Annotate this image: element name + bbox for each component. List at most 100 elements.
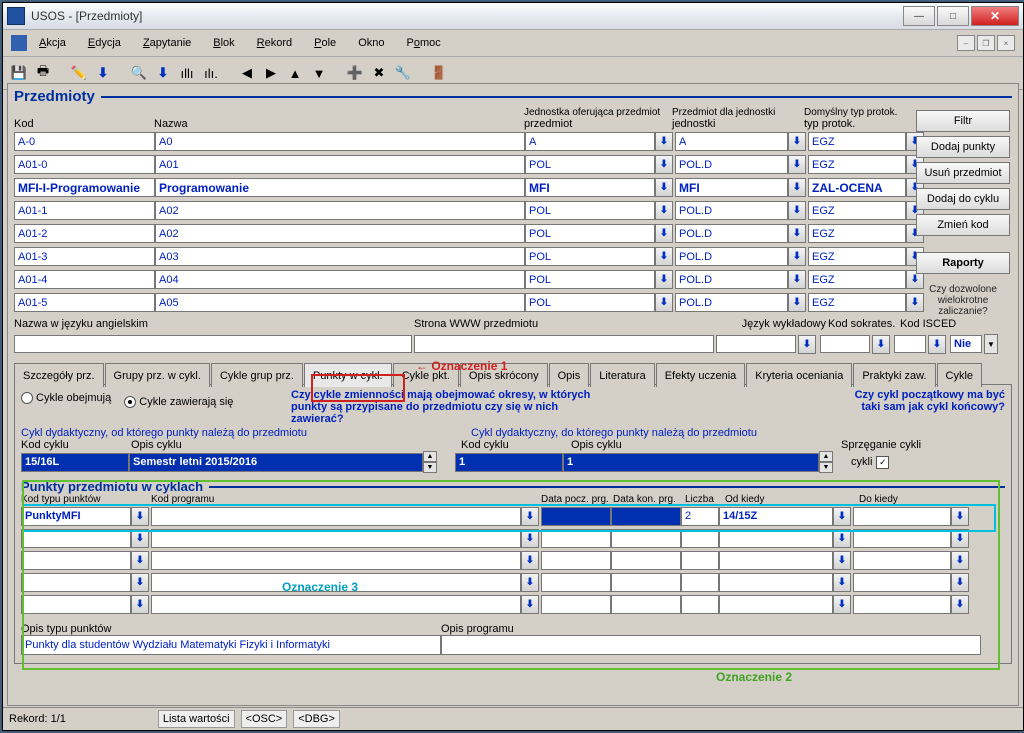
cell-jednostka[interactable]: A [525, 132, 655, 151]
opis-cyklu2-value[interactable]: 1 [563, 453, 819, 472]
cell-kod[interactable]: A01-5 [14, 293, 155, 312]
lookup-button[interactable]: ⬇ [655, 293, 673, 312]
lookup-button[interactable]: ⬇ [951, 573, 969, 592]
zaliczanie-dropdown-icon[interactable]: ▼ [984, 334, 998, 354]
lock-icon[interactable]: 🔧 [393, 63, 413, 83]
cell-od-kiedy[interactable] [719, 573, 833, 592]
spinner2[interactable]: ▲▼ [819, 451, 833, 473]
up-icon[interactable]: ▲ [285, 63, 305, 83]
zaliczanie-select[interactable]: Nie [950, 335, 982, 353]
cell-liczba[interactable] [681, 573, 719, 592]
lookup-button[interactable]: ⬇ [655, 247, 673, 266]
cell-nazwa[interactable]: A03 [155, 247, 525, 266]
lookup-button[interactable]: ⬇ [951, 595, 969, 614]
add-icon[interactable]: ➕ [345, 63, 365, 83]
cell-typ[interactable]: EGZ [808, 293, 906, 312]
cell-kod[interactable]: A01-0 [14, 155, 155, 174]
lookup-button[interactable]: ⬇ [131, 595, 149, 614]
lookup-button[interactable]: ⬇ [655, 270, 673, 289]
lookup-button[interactable]: ⬇ [521, 529, 539, 548]
cell-jednostka[interactable]: POL [525, 270, 655, 289]
tab-10[interactable]: Praktyki zaw. [853, 363, 935, 387]
bars-icon[interactable]: ıllı [177, 63, 197, 83]
cell-typ[interactable]: EGZ [808, 270, 906, 289]
cell-przedmiot-dla[interactable]: MFI [675, 178, 788, 197]
zmien-kod-button[interactable]: Zmień kod [916, 214, 1010, 236]
lookup-button[interactable]: ⬇ [655, 178, 673, 197]
lookup-button[interactable]: ⬇ [833, 595, 851, 614]
dodaj-do-cyklu-button[interactable]: Dodaj do cyklu [916, 188, 1010, 210]
cell-kod-prog[interactable] [151, 595, 521, 614]
cell-data-kon[interactable] [611, 573, 681, 592]
delete-icon[interactable]: ✖ [369, 63, 389, 83]
maximize-button[interactable]: □ [937, 6, 969, 26]
menu-akcja[interactable]: Akcja [29, 35, 76, 51]
tab-8[interactable]: Efekty uczenia [656, 363, 746, 387]
cell-typ[interactable]: EGZ [808, 155, 906, 174]
cell-typ[interactable]: EGZ [808, 201, 906, 220]
lookup-button[interactable]: ⬇ [655, 155, 673, 174]
www-input[interactable] [414, 335, 714, 353]
radio-zawieraja[interactable]: Cykle zawierają się [124, 396, 233, 408]
lookup-button[interactable]: ⬇ [788, 201, 806, 220]
cell-przedmiot-dla[interactable]: POL.D [675, 201, 788, 220]
cell-jednostka[interactable]: POL [525, 224, 655, 243]
lookup-button[interactable]: ⬇ [131, 573, 149, 592]
cell-przedmiot-dla[interactable]: POL.D [675, 224, 788, 243]
down-icon[interactable]: ⬇ [93, 63, 113, 83]
kod-cyklu1-value[interactable]: 15/16L [21, 453, 129, 472]
cell-typ[interactable]: EGZ [808, 132, 906, 151]
cell-przedmiot-dla[interactable]: POL.D [675, 155, 788, 174]
cell-od-kiedy[interactable] [719, 551, 833, 570]
opis-typu-value[interactable]: Punkty dla studentów Wydziału Matematyki… [21, 635, 441, 655]
filtr-button[interactable]: Filtr [916, 110, 1010, 132]
tab-4[interactable]: Cykle pkt. [393, 363, 459, 387]
cell-kod-typu[interactable] [21, 529, 131, 548]
lookup-button[interactable]: ⬇ [521, 595, 539, 614]
lookup-button[interactable]: ⬇ [788, 178, 806, 197]
mdi-minimize[interactable]: – [957, 35, 975, 51]
lookup-button[interactable]: ⬇ [521, 507, 539, 526]
cell-do-kiedy[interactable] [853, 551, 951, 570]
cell-jednostka[interactable]: POL [525, 155, 655, 174]
cell-kod[interactable]: A01-4 [14, 270, 155, 289]
cell-data-pocz[interactable] [541, 529, 611, 548]
cell-data-pocz[interactable] [541, 551, 611, 570]
lookup-button[interactable]: ⬇ [951, 529, 969, 548]
cell-przedmiot-dla[interactable]: POL.D [675, 247, 788, 266]
cell-do-kiedy[interactable] [853, 595, 951, 614]
nazwa-ang-input[interactable] [14, 335, 412, 353]
cell-do-kiedy[interactable] [853, 507, 951, 526]
cell-kod-typu[interactable] [21, 551, 131, 570]
lookup-button[interactable]: ⬇ [833, 551, 851, 570]
jezyk-lookup-button[interactable]: ⬇ [798, 335, 816, 354]
sprzeganie-checkbox[interactable]: ✓ [876, 456, 889, 469]
cell-nazwa[interactable]: A01 [155, 155, 525, 174]
cell-od-kiedy[interactable] [719, 529, 833, 548]
close-button[interactable]: ✕ [971, 6, 1019, 26]
cell-od-kiedy[interactable] [719, 595, 833, 614]
tab-7[interactable]: Literatura [590, 363, 654, 387]
isced-lookup-button[interactable]: ⬇ [928, 335, 946, 354]
lookup-button[interactable]: ⬇ [655, 224, 673, 243]
cell-kod-prog[interactable] [151, 573, 521, 592]
cell-kod-typu[interactable] [21, 595, 131, 614]
menu-okno[interactable]: Okno [348, 35, 394, 51]
cell-do-kiedy[interactable] [853, 573, 951, 592]
tab-1[interactable]: Grupy prz. w cykl. [105, 363, 210, 387]
lookup-button[interactable]: ⬇ [655, 201, 673, 220]
cell-kod-typu[interactable]: PunktyMFI [21, 507, 131, 526]
cell-jednostka[interactable]: POL [525, 247, 655, 266]
sokrates-input[interactable] [820, 335, 870, 353]
cell-przedmiot-dla[interactable]: POL.D [675, 270, 788, 289]
cell-kod[interactable]: A01-1 [14, 201, 155, 220]
cell-do-kiedy[interactable] [853, 529, 951, 548]
cell-kod-prog[interactable] [151, 529, 521, 548]
menu-edycja[interactable]: Edycja [78, 35, 131, 51]
cell-liczba[interactable] [681, 595, 719, 614]
menu-pole[interactable]: Pole [304, 35, 346, 51]
print-icon[interactable]: 🖶 [33, 63, 53, 83]
cell-typ[interactable]: EGZ [808, 247, 906, 266]
down2-icon[interactable]: ⬇ [153, 63, 173, 83]
spinner1[interactable]: ▲▼ [423, 451, 437, 473]
